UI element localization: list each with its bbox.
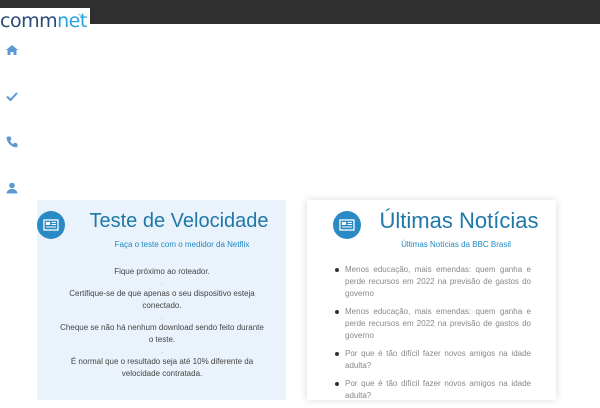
top-bar [0,0,600,24]
tip-item: Fique próximo ao roteador. [114,267,210,276]
speed-test-card: Teste de Velocidade Faça o teste com o m… [37,200,286,400]
tip-separator: . [161,315,163,321]
tip-item: É normal que o resultado seja até 10% di… [70,357,254,378]
news-card: Últimas Notícias Últimas Notícias da BBC… [307,200,556,400]
wifi-wave-icon: ◝ [78,12,81,21]
news-item[interactable]: Menos educação, mais emendas: quem ganha… [333,264,531,300]
news-item[interactable]: Menos educação, mais emendas: quem ganha… [333,306,531,342]
newspaper-icon [37,211,65,239]
phone-icon[interactable] [4,134,20,150]
speed-test-title: Teste de Velocidade [89,210,269,232]
news-item[interactable]: Por que é tão difícil fazer novos amigos… [333,348,531,372]
tip-item: Certifique-se de que apenas o seu dispos… [69,289,255,310]
bbc-news-link[interactable]: Últimas Notícias da BBC Brasil [381,240,531,249]
netflix-test-link[interactable]: Faça o teste com o medidor da Netflix [107,240,257,249]
check-icon[interactable] [4,88,20,104]
tip-separator: . [161,281,163,287]
news-item[interactable]: Por que é tão difícil fazer novos amigos… [333,378,531,402]
speed-tips: Fique próximo ao roteador. . Certifique-… [57,266,267,388]
logo-text-net: net [57,10,87,32]
tip-item: Cheque se não há nenhum download sendo f… [60,323,264,344]
sidebar [0,24,24,400]
news-list: Menos educação, mais emendas: quem ganha… [333,264,531,408]
tip-separator: . [161,349,163,355]
news-title: Últimas Notícias [379,208,539,233]
user-icon[interactable] [4,180,20,196]
newspaper-icon [333,211,361,239]
home-icon[interactable] [4,42,20,58]
